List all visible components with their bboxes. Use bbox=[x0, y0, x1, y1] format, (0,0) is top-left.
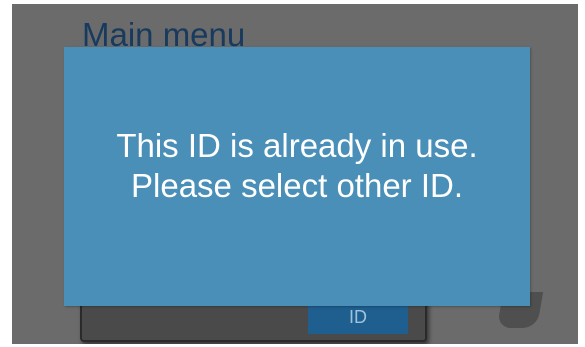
error-dialog[interactable]: This ID is already in use. Please select… bbox=[64, 47, 530, 306]
device-screen: Main menu ID This ID is already in use. … bbox=[12, 4, 578, 344]
dialog-message-line-2: Please select other ID. bbox=[131, 166, 463, 204]
dialog-message-line-1: This ID is already in use. bbox=[116, 126, 478, 164]
